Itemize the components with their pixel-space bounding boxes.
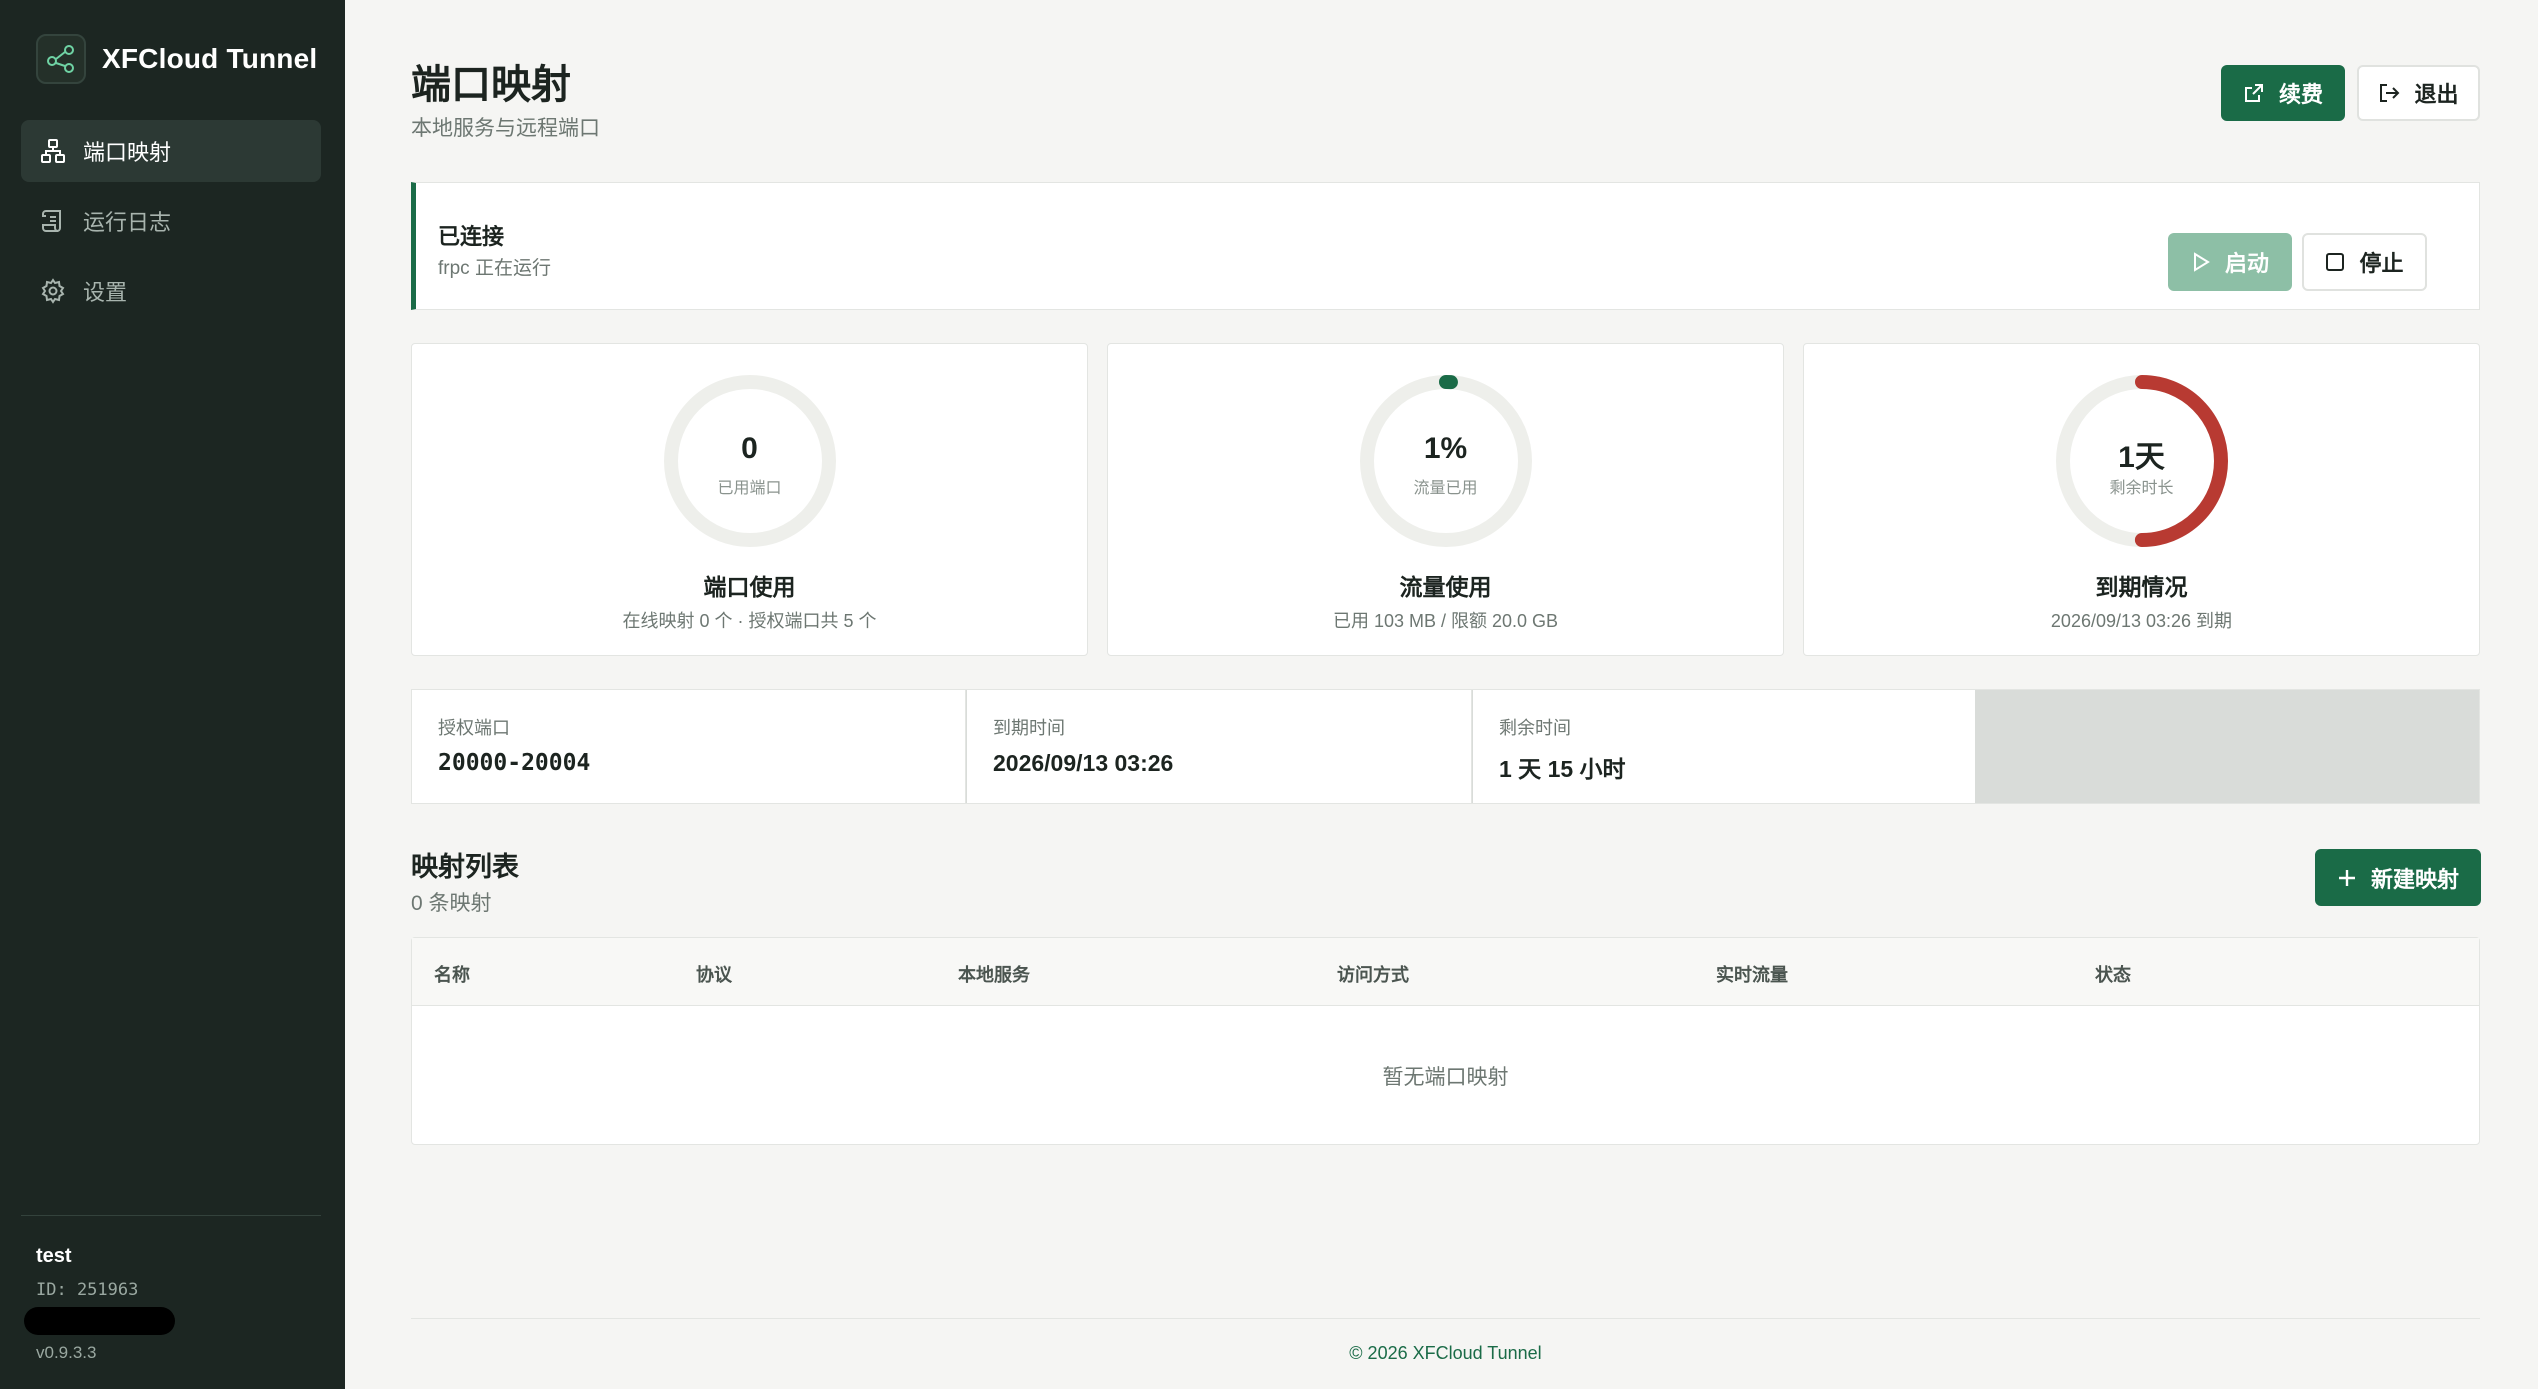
renew-label: 续费 xyxy=(2278,82,2323,107)
empty-state-message: 暂无端口映射 xyxy=(1382,1066,1509,1089)
remaining-time-cell: 剩余时间 1 天 15 小时 xyxy=(1473,690,1975,803)
stop-icon xyxy=(2325,252,2345,272)
mapping-count: 0 条映射 xyxy=(411,892,492,915)
logout-icon xyxy=(2378,82,2400,104)
connection-status-panel: 已连接 frpc 正在运行 启动 停止 xyxy=(411,182,2480,310)
sidebar-item-settings[interactable]: 设置 xyxy=(21,260,321,322)
mapping-list-title: 映射列表 xyxy=(411,852,519,882)
new-mapping-button[interactable]: 新建映射 xyxy=(2315,849,2481,906)
traffic-usage-subtitle: 已用 103 MB / 限额 20.0 GB xyxy=(1332,611,1559,631)
license-info-row: 授权端口 20000-20004 到期时间 2026/09/13 03:26 剩… xyxy=(411,689,2480,804)
expiry-card: 1天 剩余时长 到期情况 2026/09/13 03:26 到期 xyxy=(1803,343,2480,656)
column-status[interactable]: 状态 xyxy=(2095,961,2131,987)
stop-button[interactable]: 停止 xyxy=(2302,233,2427,291)
plus-icon xyxy=(2337,868,2357,888)
remaining-time-value: 1 天 15 小时 xyxy=(1499,756,1626,782)
brand[interactable]: XFCloud Tunnel xyxy=(36,34,317,84)
traffic-usage-value: 1% xyxy=(1423,432,1468,465)
traffic-usage-title: 流量使用 xyxy=(1399,574,1492,600)
footer-copyright: © 2026 XFCloud Tunnel xyxy=(1349,1343,1542,1363)
new-mapping-label: 新建映射 xyxy=(2370,866,2459,892)
stop-label: 停止 xyxy=(2359,251,2404,276)
gear-icon xyxy=(39,277,67,305)
authorized-ports-label: 授权端口 xyxy=(438,718,510,738)
scroll-icon xyxy=(39,207,67,235)
port-usage-value: 0 xyxy=(741,432,758,465)
sidebar-item-port-mapping[interactable]: 端口映射 xyxy=(21,120,321,182)
traffic-usage-label: 流量已用 xyxy=(1413,480,1478,497)
expiry-time-cell: 到期时间 2026/09/13 03:26 xyxy=(967,690,1472,803)
port-usage-title: 端口使用 xyxy=(703,574,796,600)
renew-button[interactable]: 续费 xyxy=(2221,65,2345,121)
status-title: 已连接 xyxy=(438,224,505,249)
expiry-subtitle: 2026/09/13 03:26 到期 xyxy=(2050,611,2233,631)
user-id: ID: 251963 xyxy=(36,1280,139,1300)
sidebar-item-logs[interactable]: 运行日志 xyxy=(21,190,321,252)
sidebar-item-label: 运行日志 xyxy=(83,210,172,235)
sitemap-icon xyxy=(39,137,67,165)
sidebar: XFCloud Tunnel 端口映射 运行日志 设置 test ID: 251… xyxy=(0,0,345,1389)
play-icon xyxy=(2191,251,2211,273)
app-version: v0.9.3.3 xyxy=(36,1343,97,1362)
main-content: 端口映射 本地服务与远程端口 续费 退出 已连接 frpc 正在运行 启动 停止… xyxy=(345,0,2538,1389)
external-link-icon xyxy=(2243,82,2265,104)
mapping-table: 名称 协议 本地服务 访问方式 实时流量 状态 暂无端口映射 xyxy=(411,937,2480,1145)
port-usage-label: 已用端口 xyxy=(717,480,782,497)
column-protocol[interactable]: 协议 xyxy=(696,961,732,987)
authorized-ports-cell: 授权端口 20000-20004 xyxy=(412,690,966,803)
expiry-label: 剩余时长 xyxy=(2109,480,2174,497)
sidebar-divider xyxy=(21,1215,321,1216)
start-button[interactable]: 启动 xyxy=(2168,233,2292,291)
expiry-time-label: 到期时间 xyxy=(993,718,1065,738)
port-usage-card: 0 已用端口 端口使用 在线映射 0 个 · 授权端口共 5 个 xyxy=(411,343,1088,656)
status-subtitle: frpc 正在运行 xyxy=(438,258,551,279)
sidebar-item-label: 设置 xyxy=(83,280,128,305)
remaining-time-label: 剩余时间 xyxy=(1499,718,1571,738)
table-header: 名称 协议 本地服务 访问方式 实时流量 状态 xyxy=(412,938,2479,1006)
column-realtime-traffic[interactable]: 实时流量 xyxy=(1716,961,1788,987)
expiry-title: 到期情况 xyxy=(2095,574,2188,600)
column-local-service[interactable]: 本地服务 xyxy=(958,961,1030,987)
expiry-value: 1天 xyxy=(2118,441,2165,474)
page-title: 端口映射 xyxy=(411,63,571,107)
logout-button[interactable]: 退出 xyxy=(2357,65,2480,121)
redacted-field xyxy=(24,1307,175,1335)
page-subtitle: 本地服务与远程端口 xyxy=(411,117,600,140)
start-label: 启动 xyxy=(2224,251,2269,276)
sidebar-item-label: 端口映射 xyxy=(83,140,172,165)
sidebar-nav: 端口映射 运行日志 设置 xyxy=(21,120,321,330)
traffic-usage-card: 1% 流量已用 流量使用 已用 103 MB / 限额 20.0 GB xyxy=(1107,343,1784,656)
column-access-method[interactable]: 访问方式 xyxy=(1337,961,1409,987)
footer-divider xyxy=(411,1318,2480,1319)
app-name: XFCloud Tunnel xyxy=(102,43,318,74)
port-usage-subtitle: 在线映射 0 个 · 授权端口共 5 个 xyxy=(622,611,877,631)
column-name[interactable]: 名称 xyxy=(434,961,470,987)
logout-label: 退出 xyxy=(2414,82,2459,107)
expiry-time-value: 2026/09/13 03:26 xyxy=(993,750,1174,776)
user-name: test xyxy=(36,1245,72,1267)
authorized-ports-value: 20000-20004 xyxy=(438,750,591,776)
share-nodes-icon xyxy=(36,34,86,84)
